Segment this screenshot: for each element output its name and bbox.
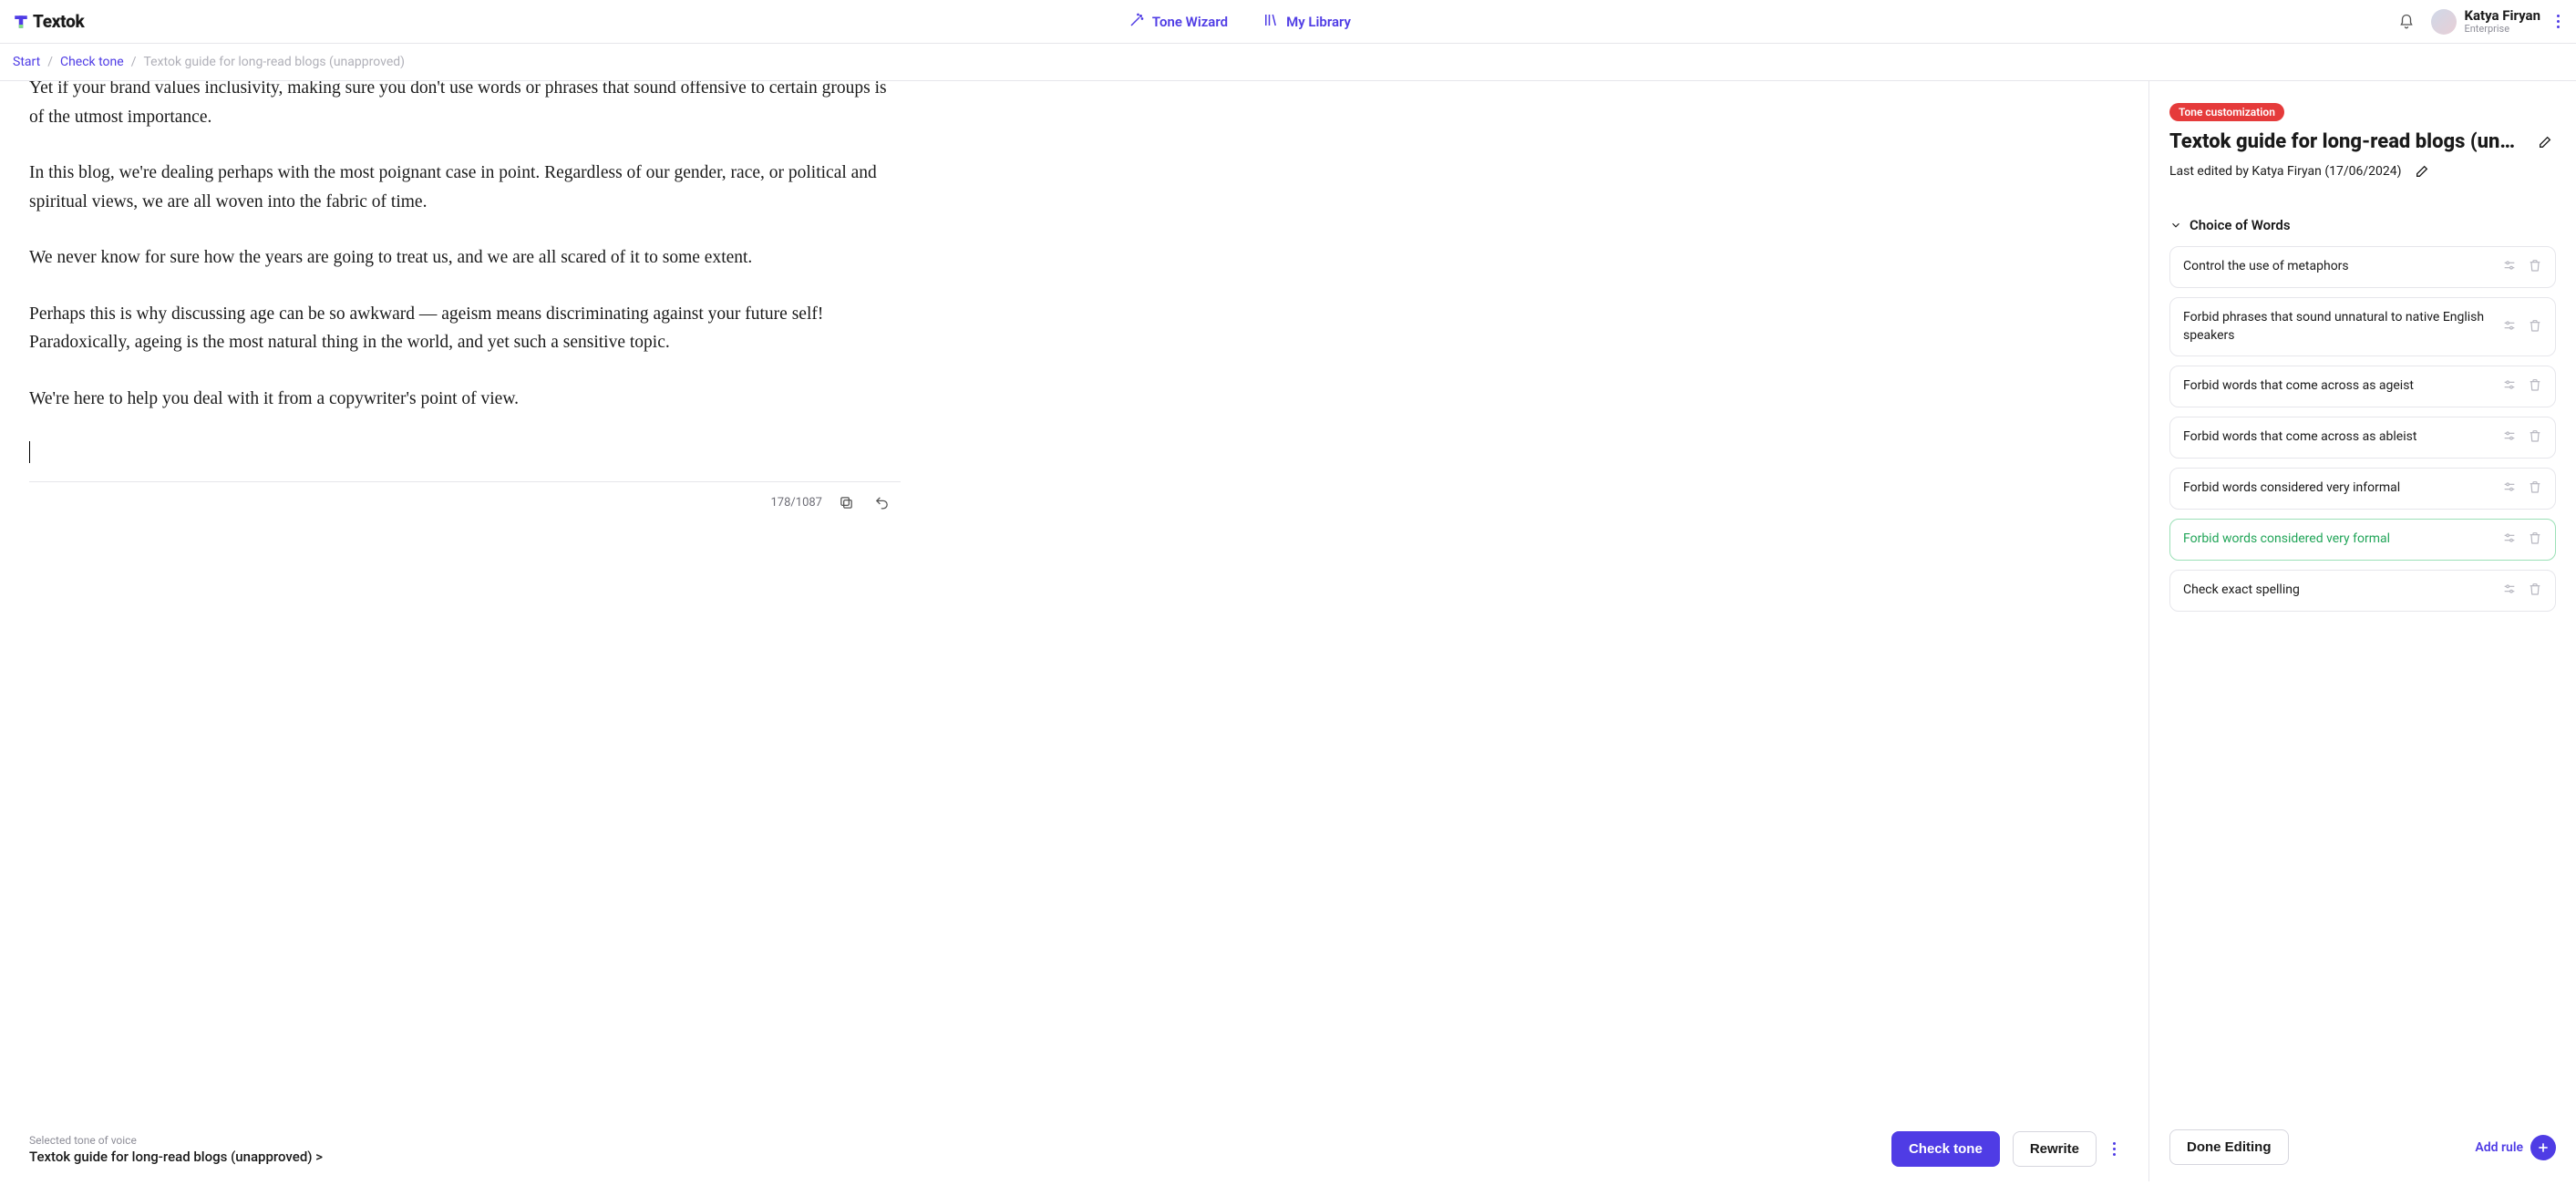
- logo-icon: [13, 14, 29, 30]
- trash-icon[interactable]: [2528, 531, 2542, 549]
- add-rule[interactable]: Add rule: [2475, 1135, 2556, 1160]
- editor-meta: 178/1087: [0, 482, 930, 514]
- tone-customization-badge: Tone customization: [2169, 103, 2284, 121]
- rules-list: Control the use of metaphors Forbid phras…: [2169, 246, 2556, 1117]
- app-header: Textok Tone Wizard My Library Katya Firy…: [0, 0, 2576, 44]
- settings-icon[interactable]: [2502, 428, 2517, 447]
- selected-tone-value[interactable]: Textok guide for long-read blogs (unappr…: [29, 1149, 1879, 1165]
- rule-label: Control the use of metaphors: [2183, 258, 2493, 276]
- settings-icon[interactable]: [2502, 531, 2517, 549]
- edit-title-button[interactable]: [2534, 131, 2556, 153]
- rule-label: Forbid phrases that sound unnatural to n…: [2183, 309, 2493, 345]
- editor-footer: Selected tone of voice Textok guide for …: [0, 1118, 2148, 1181]
- nav-my-library-label: My Library: [1286, 14, 1351, 30]
- copy-icon: [839, 495, 854, 510]
- trash-icon[interactable]: [2528, 377, 2542, 396]
- rule-item[interactable]: Forbid words considered very informal: [2169, 468, 2556, 510]
- trash-icon[interactable]: [2528, 318, 2542, 336]
- rule-item[interactable]: Forbid words that come across as ageist: [2169, 366, 2556, 407]
- nav-tone-wizard-label: Tone Wizard: [1152, 14, 1228, 30]
- selected-tone-label: Selected tone of voice: [29, 1134, 1879, 1147]
- editor-paragraph: Yet if your brand values inclusivity, ma…: [29, 81, 901, 131]
- settings-icon[interactable]: [2502, 377, 2517, 396]
- edit-meta-button[interactable]: [2411, 160, 2433, 182]
- rule-label: Forbid words that come across as ableist: [2183, 428, 2493, 447]
- add-rule-button[interactable]: [2530, 1135, 2556, 1160]
- editor-paragraph: In this blog, we're dealing perhaps with…: [29, 159, 901, 216]
- editor-paragraph: We're here to help you deal with it from…: [29, 385, 901, 414]
- header-more-button[interactable]: [2553, 11, 2563, 32]
- breadcrumb-start[interactable]: Start: [13, 55, 40, 69]
- rewrite-button[interactable]: Rewrite: [2013, 1131, 2097, 1167]
- bell-icon: [2398, 14, 2415, 30]
- section-label: Choice of Words: [2190, 217, 2291, 233]
- rule-item[interactable]: Forbid phrases that sound unnatural to n…: [2169, 297, 2556, 356]
- rule-label: Check exact spelling: [2183, 582, 2493, 600]
- library-icon: [1262, 12, 1279, 32]
- plus-icon: [2536, 1140, 2550, 1155]
- avatar: [2431, 9, 2457, 35]
- check-tone-button[interactable]: Check tone: [1891, 1131, 2000, 1167]
- trash-icon[interactable]: [2528, 582, 2542, 600]
- section-choice-of-words[interactable]: Choice of Words: [2169, 217, 2556, 233]
- user-name: Katya Firyan: [2464, 8, 2540, 24]
- done-editing-button[interactable]: Done Editing: [2169, 1129, 2289, 1165]
- user-menu[interactable]: Katya Firyan Enterprise: [2431, 8, 2540, 36]
- brand-name: Textok: [33, 11, 84, 32]
- settings-icon[interactable]: [2502, 479, 2517, 498]
- breadcrumb-check-tone[interactable]: Check tone: [60, 55, 124, 69]
- editor-scroll[interactable]: Yet if your brand values inclusivity, ma…: [0, 81, 2148, 1118]
- word-counter: 178/1087: [770, 496, 822, 510]
- nav-tone-wizard[interactable]: Tone Wizard: [1128, 12, 1228, 32]
- nav-my-library[interactable]: My Library: [1262, 12, 1351, 32]
- settings-icon[interactable]: [2502, 582, 2517, 600]
- wand-icon: [1128, 12, 1145, 32]
- notifications-button[interactable]: [2395, 10, 2418, 34]
- copy-button[interactable]: [835, 491, 858, 514]
- header-right: Katya Firyan Enterprise: [2395, 8, 2563, 36]
- breadcrumb: Start / Check tone / Textok guide for lo…: [0, 44, 2576, 81]
- rule-label: Forbid words considered very informal: [2183, 479, 2493, 498]
- panel-title: Textok guide for long-read blogs (unap…: [2169, 130, 2525, 153]
- undo-icon: [874, 495, 890, 510]
- trash-icon[interactable]: [2528, 479, 2542, 498]
- rule-item[interactable]: Forbid words that come across as ableist: [2169, 417, 2556, 459]
- text-cursor: [29, 441, 30, 463]
- editor-column: Yet if your brand values inclusivity, ma…: [0, 81, 2149, 1181]
- rule-item[interactable]: Check exact spelling: [2169, 570, 2556, 612]
- pencil-icon: [2538, 135, 2552, 149]
- editor-paragraph: Perhaps this is why discussing age can b…: [29, 300, 901, 357]
- trash-icon[interactable]: [2528, 258, 2542, 276]
- settings-icon[interactable]: [2502, 258, 2517, 276]
- footer-more-button[interactable]: [2109, 1139, 2119, 1159]
- rule-item[interactable]: Forbid words considered very formal: [2169, 519, 2556, 561]
- trash-icon[interactable]: [2528, 428, 2542, 447]
- panel-subtitle: Last edited by Katya Firyan (17/06/2024): [2169, 164, 2402, 179]
- breadcrumb-current: Textok guide for long-read blogs (unappr…: [143, 55, 405, 69]
- chevron-down-icon: [2169, 219, 2182, 232]
- side-panel: Tone customization Textok guide for long…: [2149, 81, 2576, 1181]
- rule-item[interactable]: Control the use of metaphors: [2169, 246, 2556, 288]
- editor-content[interactable]: Yet if your brand values inclusivity, ma…: [0, 81, 930, 463]
- nav-center: Tone Wizard My Library: [84, 12, 2395, 32]
- settings-icon[interactable]: [2502, 318, 2517, 336]
- rule-label: Forbid words that come across as ageist: [2183, 377, 2493, 396]
- logo[interactable]: Textok: [13, 11, 84, 32]
- user-plan: Enterprise: [2464, 23, 2540, 35]
- undo-button[interactable]: [871, 491, 893, 514]
- rule-label: Forbid words considered very formal: [2183, 531, 2493, 549]
- add-rule-label: Add rule: [2475, 1140, 2523, 1155]
- editor-paragraph: We never know for sure how the years are…: [29, 243, 901, 273]
- pencil-icon: [2415, 164, 2429, 179]
